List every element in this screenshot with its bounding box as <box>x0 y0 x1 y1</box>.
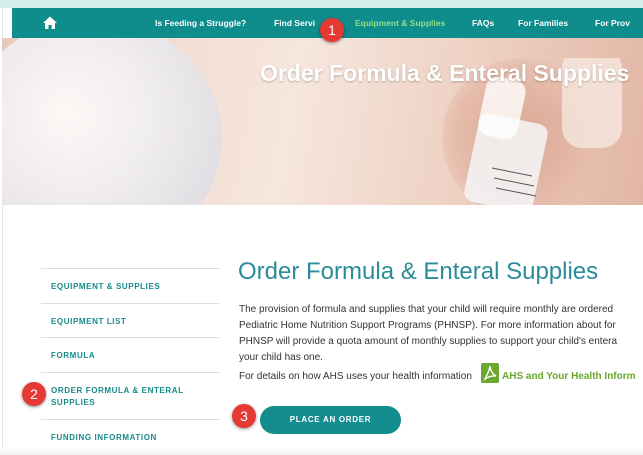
step-badge-2: 2 <box>22 382 46 406</box>
intro-paragraph: The provision of formula and supplies th… <box>239 302 634 366</box>
place-order-button[interactable]: PLACE AN ORDER <box>260 406 401 434</box>
page-title: Order Formula & Enteral Supplies <box>238 258 599 285</box>
home-icon[interactable] <box>42 15 58 31</box>
sidebar-nav: EQUIPMENT & SUPPLIES EQUIPMENT LIST FORM… <box>41 268 219 449</box>
sidebar-item-equipment-list[interactable]: EQUIPMENT LIST <box>41 303 219 337</box>
sidebar-item-equipment-supplies[interactable]: EQUIPMENT & SUPPLIES <box>41 268 219 303</box>
paragraph-line: The provision of formula and supplies th… <box>239 304 614 315</box>
paragraph-line: your child has one. <box>239 352 323 363</box>
sidebar-item-label-line2: SUPPLIES <box>51 398 96 407</box>
sidebar-item-order-formula[interactable]: ORDER FORMULA & ENTERAL SUPPLIES <box>41 372 219 419</box>
sidebar-item-label: EQUIPMENT & SUPPLIES <box>51 282 161 291</box>
nav-item-faqs[interactable]: FAQs <box>472 8 494 38</box>
sidebar-item-label: FORMULA <box>51 351 96 360</box>
pdf-icon[interactable] <box>481 363 499 383</box>
sidebar-item-label: FUNDING INFORMATION <box>51 433 157 442</box>
ahs-health-info-link[interactable]: AHS and Your Health Inform <box>502 371 636 382</box>
nav-item-find-services[interactable]: Find Servi <box>274 8 315 38</box>
sidebar-item-formula[interactable]: FORMULA <box>41 337 219 372</box>
hero-title: Order Formula & Enteral Supplies <box>260 60 630 86</box>
paragraph-line: Pediatric Home Nutrition Support Program… <box>239 320 616 331</box>
hero-image-cloth <box>2 38 222 205</box>
step-badge-1: 1 <box>320 18 344 42</box>
sidebar-item-funding-information[interactable]: FUNDING INFORMATION <box>41 419 219 449</box>
bottom-edge <box>0 447 643 455</box>
details-text: For details on how AHS uses your health … <box>239 371 472 382</box>
nav-item-feeding-struggle[interactable]: Is Feeding a Struggle? <box>155 8 246 38</box>
hero-banner: Order Formula & Enteral Supplies <box>2 38 643 205</box>
sidebar-item-label: EQUIPMENT LIST <box>51 317 127 326</box>
nav-item-for-families[interactable]: For Families <box>518 8 568 38</box>
top-strip <box>0 0 643 8</box>
sidebar-item-label: ORDER FORMULA & ENTERAL <box>51 386 184 395</box>
nav-item-equipment-supplies[interactable]: Equipment & Supplies <box>355 8 445 38</box>
paragraph-line: PHNSP will provide a quota amount of mon… <box>239 336 618 347</box>
step-badge-3: 3 <box>232 404 256 428</box>
nav-item-for-providers[interactable]: For Prov <box>595 8 630 38</box>
